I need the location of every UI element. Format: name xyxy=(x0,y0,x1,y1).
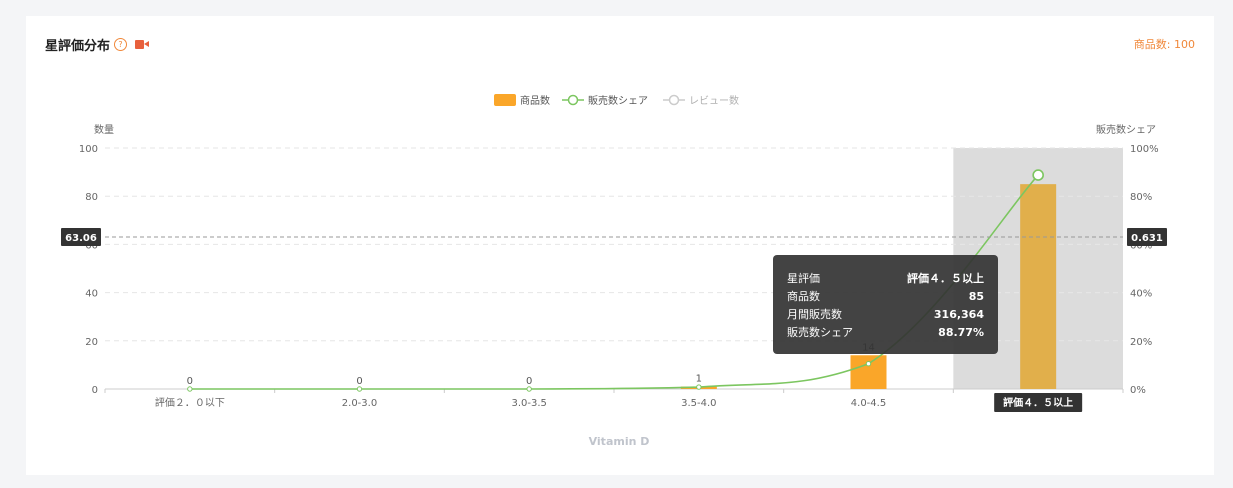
sales-share-point xyxy=(187,386,193,392)
legend-item-sales-share[interactable]: 販売数シェア xyxy=(588,94,648,107)
legend-bar-swatch[interactable] xyxy=(494,94,516,106)
y-right-tick-label: 20% xyxy=(1130,337,1152,348)
legend-line-marker[interactable] xyxy=(567,94,579,106)
tooltip-value-sales-share: 88.77% xyxy=(938,326,984,339)
crosshair-category-badge: 評価４．５以上 xyxy=(994,393,1083,412)
crosshair-category-label: 評価４．５以上 xyxy=(1003,396,1073,409)
crosshair-right-value: 0.631 xyxy=(1131,233,1163,244)
y-right-ticks: 0%20%40%60%80%100% xyxy=(1130,144,1159,396)
x-axis-ticks: 評価２．０以下 2.0-3.0 3.0-3.5 3.5-4.0 4.0-4.5 xyxy=(104,388,1124,409)
sales-share-point xyxy=(865,360,872,367)
y-left-tick-label: 0 xyxy=(92,385,98,396)
y-right-tick-label: 100% xyxy=(1130,144,1159,155)
tooltip-bg xyxy=(773,255,998,354)
y-right-axis-title: 販売数シェア xyxy=(1096,123,1156,136)
rating-chart: 商品数 販売数シェア レビュー数 数量 販売数シェア 020406080100 … xyxy=(61,94,1167,448)
y-left-ticks: 020406080100 xyxy=(79,144,98,396)
bar-label: 1 xyxy=(696,374,702,385)
bar xyxy=(850,355,887,389)
y-left-tick-label: 100 xyxy=(79,144,98,155)
bar-labels: 000114 xyxy=(187,342,875,387)
tooltip-key-sales-share: 販売数シェア xyxy=(787,326,853,339)
crosshair-left-badge: 63.06 xyxy=(61,228,101,247)
sales-share-point-highlight xyxy=(1032,169,1044,181)
tooltip-value-product-count: 85 xyxy=(969,290,984,303)
bar-label: 0 xyxy=(356,376,362,387)
tooltip-value-rating: 評価４．５以上 xyxy=(907,271,984,285)
y-left-tick-label: 80 xyxy=(85,192,98,203)
y-right-tick-label: 80% xyxy=(1130,192,1152,203)
legend: 商品数 販売数シェア レビュー数 xyxy=(494,94,739,107)
tooltip: 星評価 評価４．５以上 商品数 85 月間販売数 316,364 販売数シェア … xyxy=(773,255,998,354)
legend-disabled-marker[interactable] xyxy=(668,94,680,106)
x-tick-label: 4.0-4.5 xyxy=(851,398,886,409)
x-tick-label: 評価２．０以下 xyxy=(155,396,225,409)
bar-label: 0 xyxy=(526,376,532,387)
y-left-tick-label: 20 xyxy=(85,337,98,348)
tooltip-key-monthly-sales: 月間販売数 xyxy=(787,308,842,321)
y-left-axis-title: 数量 xyxy=(94,123,114,136)
x-tick-label: 2.0-3.0 xyxy=(342,398,377,409)
legend-item-product-count[interactable]: 商品数 xyxy=(520,94,550,107)
x-tick-label: 3.5-4.0 xyxy=(681,398,716,409)
bar-label: 0 xyxy=(187,376,193,387)
bar xyxy=(1020,184,1057,389)
tooltip-value-monthly-sales: 316,364 xyxy=(934,308,984,321)
crosshair-right-badge: 0.631 xyxy=(1127,228,1167,247)
sales-share-point xyxy=(696,384,702,390)
y-left-tick-label: 40 xyxy=(85,289,98,300)
tooltip-key-product-count: 商品数 xyxy=(787,289,820,303)
x-tick-label: 3.0-3.5 xyxy=(511,398,546,409)
x-axis-title: Vitamin D xyxy=(589,435,650,448)
sales-share-point xyxy=(356,386,363,392)
crosshair-left-value: 63.06 xyxy=(65,233,97,244)
y-right-tick-label: 40% xyxy=(1130,289,1152,300)
sales-share-point xyxy=(526,386,532,392)
y-right-tick-label: 0% xyxy=(1130,385,1146,396)
legend-item-review-count[interactable]: レビュー数 xyxy=(689,94,739,107)
tooltip-key-rating: 星評価 xyxy=(787,271,820,285)
